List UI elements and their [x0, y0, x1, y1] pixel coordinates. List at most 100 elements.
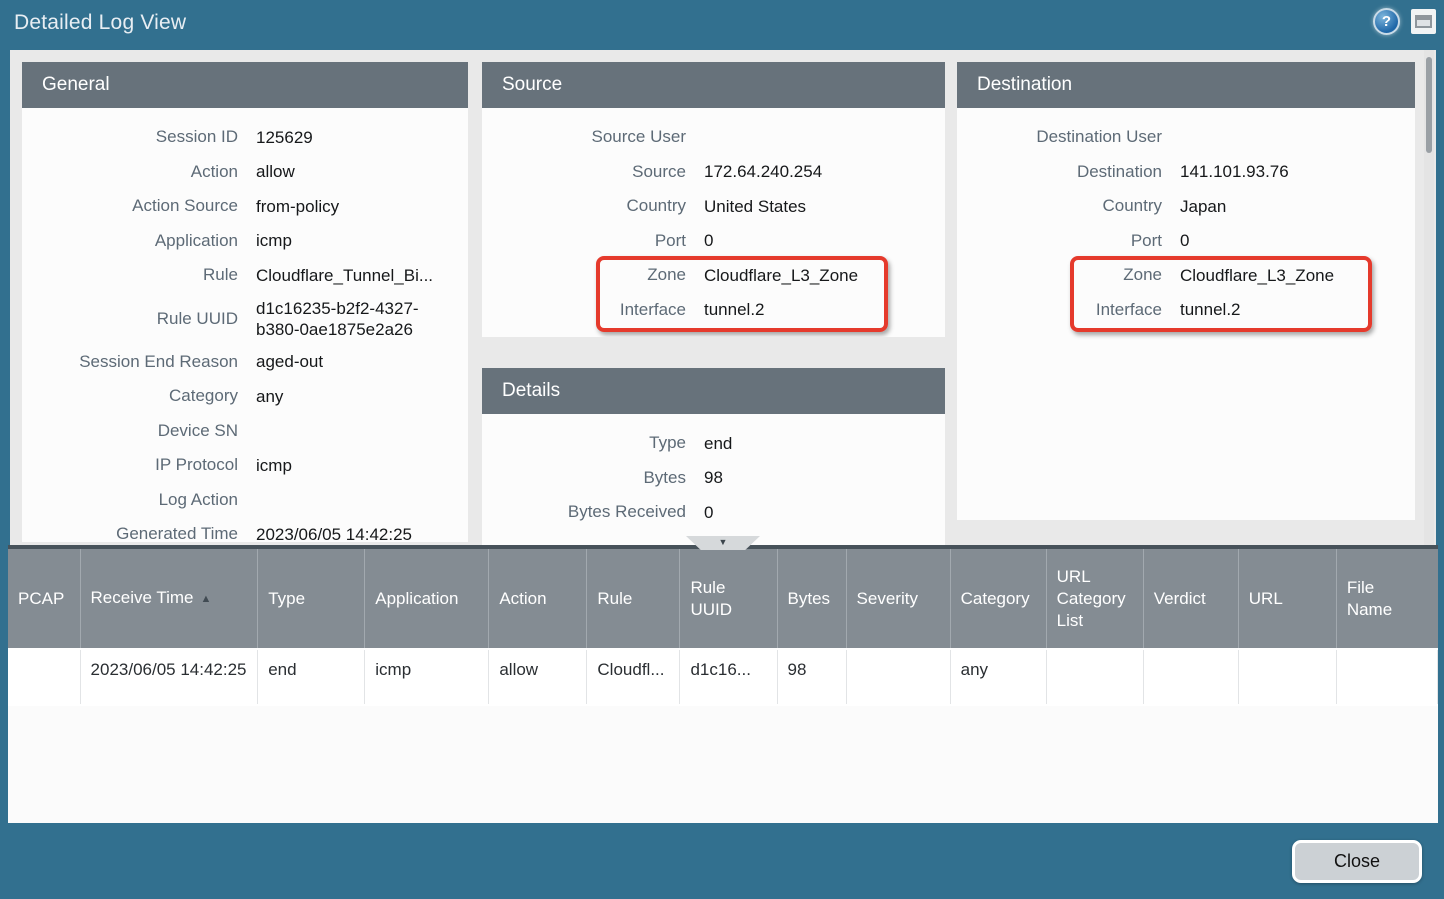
log-table-panel: PCAP Receive Time ▲ Type Application Acti…: [8, 545, 1438, 823]
field-value: 0: [1162, 230, 1189, 251]
sort-ascending-icon: ▲: [201, 588, 212, 610]
column-header-rule-uuid[interactable]: Rule UUID: [680, 549, 777, 649]
destination-panel: Destination Destination User Destination…: [957, 62, 1415, 520]
details-panel: Details Typeend Bytes98 Bytes Received0: [482, 368, 945, 545]
field-row-bytes-received: Bytes Received0: [482, 495, 945, 530]
field-label: Zone: [957, 265, 1162, 285]
field-row-ip-protocol: IP Protocolicmp: [22, 448, 468, 483]
field-label: Session ID: [22, 127, 238, 147]
field-value: Cloudflare_Tunnel_Bi...: [238, 265, 433, 286]
field-label: Log Action: [22, 490, 238, 510]
field-row-category: Categoryany: [22, 379, 468, 414]
column-header-url[interactable]: URL: [1238, 549, 1336, 649]
field-label: Session End Reason: [22, 352, 238, 372]
column-header-file-name[interactable]: File Name: [1336, 549, 1437, 649]
field-value: United States: [686, 196, 806, 217]
field-row-source: Source172.64.240.254: [482, 155, 945, 190]
field-row-port: Port0: [957, 224, 1415, 259]
field-value: tunnel.2: [1162, 299, 1241, 320]
field-row-session-end-reason: Session End Reasonaged-out: [22, 345, 468, 380]
cell-type: end: [258, 649, 365, 705]
help-icon[interactable]: ?: [1373, 8, 1400, 35]
field-label: Rule: [22, 265, 238, 285]
field-label: Generated Time: [22, 524, 238, 542]
field-row-device-sn: Device SN: [22, 414, 468, 449]
cell-category: any: [950, 649, 1046, 705]
field-row-port: Port0: [482, 224, 945, 259]
field-value: d1c16235-b2f2-4327-b380-0ae1875e2a26: [238, 298, 443, 340]
field-value: Cloudflare_L3_Zone: [686, 265, 858, 286]
column-header-category[interactable]: Category: [950, 549, 1046, 649]
field-row-destination-user: Destination User: [957, 120, 1415, 155]
column-header-label: Rule UUID: [690, 577, 746, 621]
field-row-session-id: Session ID125629: [22, 120, 468, 155]
cell-receive-time: 2023/06/05 14:42:25: [80, 649, 258, 705]
field-value: icmp: [238, 230, 292, 251]
column-header-label: Receive Time: [91, 588, 194, 607]
field-value: Cloudflare_L3_Zone: [1162, 265, 1334, 286]
detailed-log-view-dialog: Detailed Log View ? General Session ID12…: [0, 0, 1444, 899]
field-value: 125629: [238, 127, 313, 148]
column-header-label: File Name: [1347, 577, 1403, 621]
field-label: Destination: [957, 162, 1162, 182]
page-title: Detailed Log View: [14, 11, 186, 35]
cell-rule: Cloudfl...: [587, 649, 680, 705]
cell-url-category-list: [1046, 649, 1143, 705]
general-panel: General Session ID125629 Actionallow Act…: [22, 62, 468, 542]
field-row-application: Applicationicmp: [22, 224, 468, 259]
restore-window-icon[interactable]: [1411, 9, 1436, 34]
detail-scrollbar-thumb[interactable]: [1426, 57, 1432, 153]
cell-file-name: [1336, 649, 1437, 705]
field-row-source-user: Source User: [482, 120, 945, 155]
field-value: icmp: [238, 455, 292, 476]
log-table-row[interactable]: 2023/06/05 14:42:25 end icmp allow Cloud…: [8, 649, 1438, 705]
field-row-rule: RuleCloudflare_Tunnel_Bi...: [22, 258, 468, 293]
column-header-type[interactable]: Type: [258, 549, 365, 649]
field-row-zone: ZoneCloudflare_L3_Zone: [957, 258, 1415, 293]
column-header-application[interactable]: Application: [365, 549, 489, 649]
field-label: Source: [482, 162, 686, 182]
field-label: Interface: [957, 300, 1162, 320]
destination-panel-header: Destination: [957, 62, 1415, 108]
column-header-bytes[interactable]: Bytes: [777, 549, 846, 649]
field-value: 172.64.240.254: [686, 161, 822, 182]
detail-scrollbar-track: [1424, 50, 1434, 545]
field-row-zone: ZoneCloudflare_L3_Zone: [482, 258, 945, 293]
field-row-country: CountryJapan: [957, 189, 1415, 224]
field-value: allow: [238, 161, 295, 182]
table-header-row: PCAP Receive Time ▲ Type Application Acti…: [8, 549, 1438, 649]
field-row-generated-time: Generated Time2023/06/05 14:42:25: [22, 517, 468, 542]
field-value: from-policy: [238, 196, 339, 217]
column-header-label: URL Category List: [1057, 566, 1129, 632]
field-row-action-source: Action Sourcefrom-policy: [22, 189, 468, 224]
field-label: Port: [482, 231, 686, 251]
field-value: aged-out: [238, 351, 323, 372]
column-header-severity[interactable]: Severity: [846, 549, 950, 649]
cell-pcap: [8, 649, 80, 705]
window-glyph: [1415, 15, 1432, 28]
title-bar: Detailed Log View ?: [0, 0, 1444, 50]
field-row-destination: Destination141.101.93.76: [957, 155, 1415, 190]
field-value: any: [238, 386, 283, 407]
cell-verdict: [1143, 649, 1238, 705]
source-panel-header: Source: [482, 62, 945, 108]
field-label: Category: [22, 386, 238, 406]
field-row-interface: Interfacetunnel.2: [957, 293, 1415, 328]
field-label: Device SN: [22, 421, 238, 441]
column-header-rule[interactable]: Rule: [587, 549, 680, 649]
column-header-url-category-list[interactable]: URL Category List: [1046, 549, 1143, 649]
field-label: Destination User: [957, 127, 1162, 147]
column-header-verdict[interactable]: Verdict: [1143, 549, 1238, 649]
column-header-pcap[interactable]: PCAP: [8, 549, 80, 649]
column-header-action[interactable]: Action: [489, 549, 587, 649]
field-label: Port: [957, 231, 1162, 251]
column-header-receive-time[interactable]: Receive Time ▲: [80, 549, 258, 649]
field-label: Type: [482, 433, 686, 453]
close-button[interactable]: Close: [1292, 840, 1422, 883]
field-label: Application: [22, 231, 238, 251]
field-row-country: CountryUnited States: [482, 189, 945, 224]
cell-rule-uuid: d1c16...: [680, 649, 777, 705]
field-value: 0: [686, 502, 713, 523]
field-label: Country: [482, 196, 686, 216]
cell-application: icmp: [365, 649, 489, 705]
